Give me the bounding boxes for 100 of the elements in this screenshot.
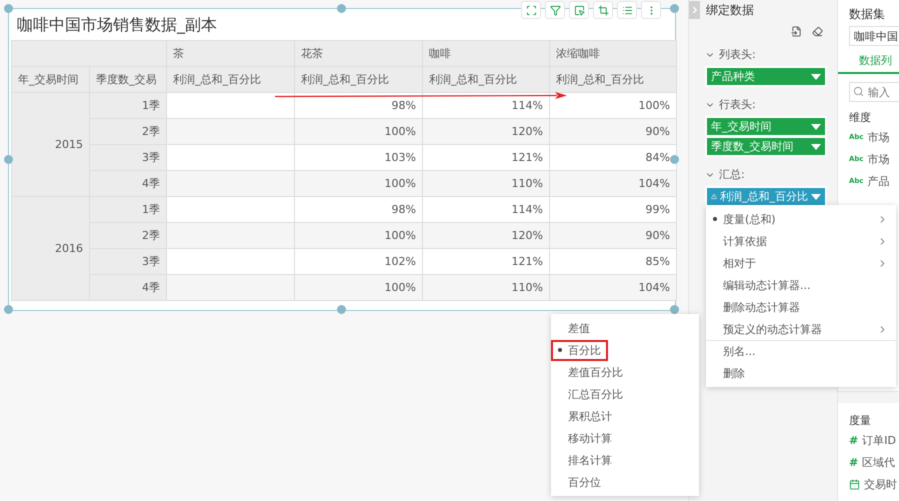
field-item[interactable]: 市场 [868,130,890,144]
measure-header: 利润_总和_百分比 [295,67,423,93]
column-header: 茶 [167,41,295,67]
triangle-icon [711,191,717,202]
table-cell: 100% [295,171,423,197]
table-cell: 120% [423,119,550,145]
table-cell: 110% [423,275,550,301]
quarter-cell: 1季 [90,197,167,223]
menu-item[interactable]: 差值百分比 [551,361,699,383]
table-cell: 104% [550,275,677,301]
table-cell: 98% [295,93,423,119]
section-header[interactable]: 汇总: [705,167,745,182]
hash-icon: # [849,434,858,446]
pointer-select-button[interactable] [569,1,589,19]
menu-item[interactable]: 删除动态计算器 [706,296,896,318]
quarter-cell: 3季 [90,145,167,171]
crop-button[interactable] [593,1,613,19]
field-item[interactable]: 市场 [868,152,890,166]
crop-icon [598,4,608,16]
column-header: 浓缩咖啡 [550,41,677,67]
hash-icon: # [849,456,858,468]
resize-handle[interactable] [337,305,346,314]
fullscreen-icon [526,4,536,16]
quarter-cell: 2季 [90,119,167,145]
section-header[interactable]: 列表头: [705,47,756,62]
table-cell: 102% [295,249,423,275]
more-button[interactable] [641,1,661,19]
eraser-icon[interactable] [812,26,823,37]
quarter-cell: 3季 [90,249,167,275]
menu-item[interactable]: 别名... [706,340,896,362]
table-cell: 121% [423,145,550,171]
field-item[interactable]: 产品 [868,174,890,188]
dropdown-icon [811,124,821,130]
quarter-cell: 1季 [90,93,167,119]
quarter-cell: 2季 [90,223,167,249]
column-header: 花茶 [295,41,423,67]
table-cell: 90% [550,119,677,145]
menu-item[interactable]: 百分位 [551,471,699,493]
table-cell: 104% [550,171,677,197]
table-cell: 114% [423,93,550,119]
resize-handle[interactable] [4,4,13,13]
table-cell: 100% [295,223,423,249]
table-cell: 110% [423,171,550,197]
quarter-cell: 4季 [90,275,167,301]
fullscreen-button[interactable] [521,1,541,19]
search-field[interactable]: 输入 [849,82,899,102]
dataset-field[interactable]: 咖啡中国 [849,26,899,46]
section-header[interactable]: 行表头: [705,97,756,112]
column-header: 咖啡 [423,41,550,67]
calendar-icon [849,478,860,490]
field-item[interactable]: 区域代 [862,454,896,470]
group-label: 维度 [848,110,872,126]
table-cell: 85% [550,249,677,275]
filter-icon [550,4,560,16]
measure-header: 利润_总和_百分比 [423,67,550,93]
menu-item[interactable]: 差值 [551,317,699,339]
import-icon[interactable] [791,26,802,37]
table-cell: 100% [295,119,423,145]
search-icon [853,86,864,97]
field-item[interactable]: 订单ID [862,432,896,448]
collapse-button[interactable] [689,1,700,19]
year-cell: 2016 [55,242,83,255]
menu-item[interactable]: 排名计算 [551,449,699,471]
table-cell: 121% [423,249,550,275]
quarter-cell: 4季 [90,171,167,197]
measure-header: 利润_总和_百分比 [167,67,295,93]
field-item[interactable]: 交易时 [864,476,897,492]
menu-item[interactable]: 累积总计 [551,405,699,427]
menu-item[interactable]: 预定义的动态计算器 [706,318,896,340]
menu-item[interactable]: 移动计算 [551,427,699,449]
dropdown-icon [811,74,821,80]
filter-button[interactable] [545,1,565,19]
list-button[interactable] [617,1,637,19]
resize-handle[interactable] [4,154,13,164]
menu-item[interactable]: 汇总百分比 [551,383,699,405]
table-cell: 90% [550,223,677,249]
table-cell: 99% [550,197,677,223]
panel-title: 数据集 [848,6,886,22]
resize-handle[interactable] [670,4,679,13]
menu-item[interactable]: 百分比 [551,339,699,361]
table-cell: 84% [550,145,677,171]
menu-item[interactable]: 度量(总和) [706,208,896,230]
resize-handle[interactable] [4,305,13,314]
row-header-title: 季度数_交易 [90,67,167,93]
menu-item[interactable]: 编辑动态计算器... [706,274,896,296]
menu-item[interactable]: 相对于 [706,252,896,274]
resize-handle[interactable] [337,4,346,13]
panel-title: 绑定数据 [706,2,754,18]
row-header-title: 年_交易时间 [12,67,90,93]
year-cell: 2015 [55,138,83,151]
pointer-select-icon [574,4,584,16]
dropdown-icon [811,144,821,150]
menu-item[interactable]: 计算依据 [706,230,896,252]
table-cell: 98% [295,197,423,223]
table-cell: 103% [295,145,423,171]
menu-item[interactable]: 删除 [706,362,896,384]
resize-handle[interactable] [670,305,679,314]
table-cell: 100% [295,275,423,301]
table-cell: 114% [423,197,550,223]
widget-title: 咖啡中国市场销售数据_副本 [16,14,218,36]
